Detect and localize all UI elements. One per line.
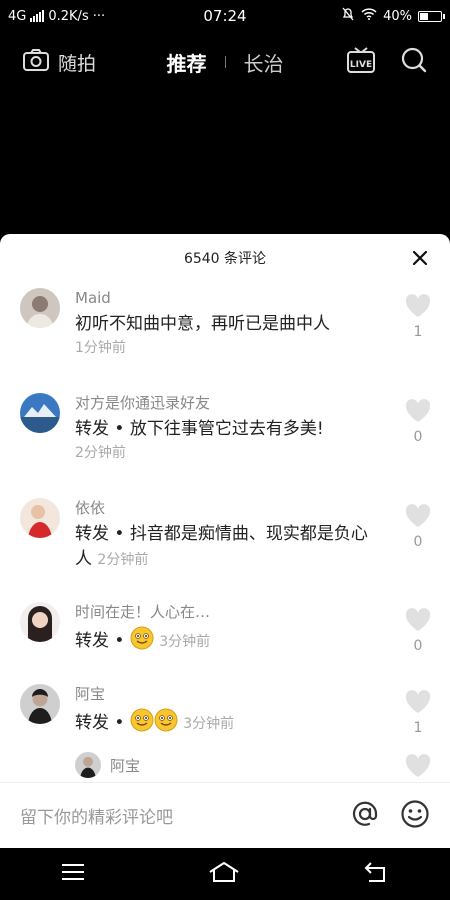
at-icon[interactable] — [350, 799, 380, 833]
smile-emoji-icon — [130, 708, 154, 740]
avatar[interactable] — [20, 498, 60, 538]
live-icon[interactable]: LIVE — [346, 46, 376, 78]
comment-time: 2分钟前 — [75, 445, 126, 461]
camera-icon — [22, 48, 50, 77]
comment-text: 转发 • 3分钟前 — [75, 626, 375, 658]
avatar[interactable] — [20, 684, 60, 724]
home-icon[interactable] — [208, 861, 240, 887]
like-button[interactable]: 1 — [404, 294, 432, 340]
comment-text: 初听不知曲中意，再听已是曲中人 — [75, 314, 330, 334]
smile-emoji-icon — [154, 708, 178, 740]
heart-icon — [405, 399, 431, 422]
like-button[interactable]: 1 — [404, 690, 432, 736]
battery-icon — [418, 10, 445, 22]
like-count: 1 — [413, 720, 423, 736]
close-icon[interactable] — [408, 246, 432, 270]
tab-city[interactable]: 长治 — [244, 48, 284, 77]
comment-time: 3分钟前 — [183, 716, 235, 732]
heart-icon — [405, 690, 431, 713]
reply-author[interactable]: 阿宝 — [110, 755, 140, 776]
signal-icon — [30, 10, 45, 22]
search-icon[interactable] — [400, 46, 428, 78]
smile-emoji-icon — [130, 626, 154, 658]
more-indicator: ··· — [92, 8, 106, 24]
comment-author[interactable]: Maid — [75, 288, 375, 308]
comment-author[interactable]: 依依 — [75, 498, 375, 518]
heart-icon — [405, 504, 431, 527]
network-type: 4G — [8, 8, 27, 24]
like-button[interactable] — [404, 754, 432, 782]
comment-author[interactable]: 对方是你通迅录好友 — [75, 393, 375, 413]
like-count: 0 — [413, 638, 423, 654]
comment-time: 3分钟前 — [159, 634, 211, 650]
status-bar: 4G 0.2K/s ··· 07:24 40% — [0, 0, 450, 32]
comment-count-title: 6540 条评论 — [183, 251, 267, 267]
menu-icon[interactable] — [61, 862, 85, 886]
svg-text:LIVE: LIVE — [350, 60, 372, 70]
like-button[interactable]: 0 — [404, 504, 432, 550]
tab-recommend[interactable]: 推荐 — [167, 48, 207, 77]
like-button[interactable]: 0 — [404, 399, 432, 445]
emoji-icon[interactable] — [400, 799, 430, 833]
battery-percent: 40% — [383, 8, 412, 24]
comment-text: 转发 • 抖音都是痴情曲、现实都是负心人 2分钟前 — [75, 524, 368, 569]
comment-sheet: 6540 条评论 Maid 初听不知曲中意，再听已是曲中人 1分钟前 1 对方是… — [0, 234, 450, 848]
like-count: 0 — [413, 429, 423, 445]
snap-button[interactable]: 随拍 — [22, 48, 96, 77]
heart-icon — [405, 294, 431, 317]
like-button[interactable]: 0 — [404, 608, 432, 654]
comment-input-bar[interactable]: 留下你的精彩评论吧 — [0, 782, 450, 848]
network-speed: 0.2K/s — [48, 8, 89, 24]
avatar[interactable] — [20, 602, 60, 642]
mute-icon — [341, 7, 355, 25]
back-icon[interactable] — [363, 861, 389, 887]
sheet-header: 6540 条评论 — [0, 234, 450, 282]
wifi-icon — [361, 8, 377, 24]
snap-label: 随拍 — [58, 52, 97, 75]
tab-divider — [224, 56, 226, 68]
system-nav-bar — [0, 848, 450, 900]
avatar[interactable] — [20, 288, 60, 328]
comment-author[interactable]: 阿宝 — [75, 684, 375, 704]
heart-icon — [405, 754, 431, 777]
avatar[interactable] — [20, 393, 60, 433]
like-count: 1 — [413, 324, 423, 340]
heart-icon — [405, 608, 431, 631]
reply-avatar[interactable] — [75, 752, 101, 778]
top-nav: 随拍 推荐 长治 LIVE — [0, 40, 450, 84]
like-count: 0 — [413, 534, 423, 550]
comment-input[interactable]: 留下你的精彩评论吧 — [20, 803, 350, 828]
comment-text: 转发 • 3分钟前 — [75, 708, 375, 740]
comment-time: 2分钟前 — [97, 552, 149, 568]
comment-author[interactable]: 时间在走！人心在… — [75, 602, 375, 622]
comment-text: 转发 • 放下往事管它过去有多美! — [75, 419, 324, 439]
comment-time: 1分钟前 — [75, 340, 126, 356]
